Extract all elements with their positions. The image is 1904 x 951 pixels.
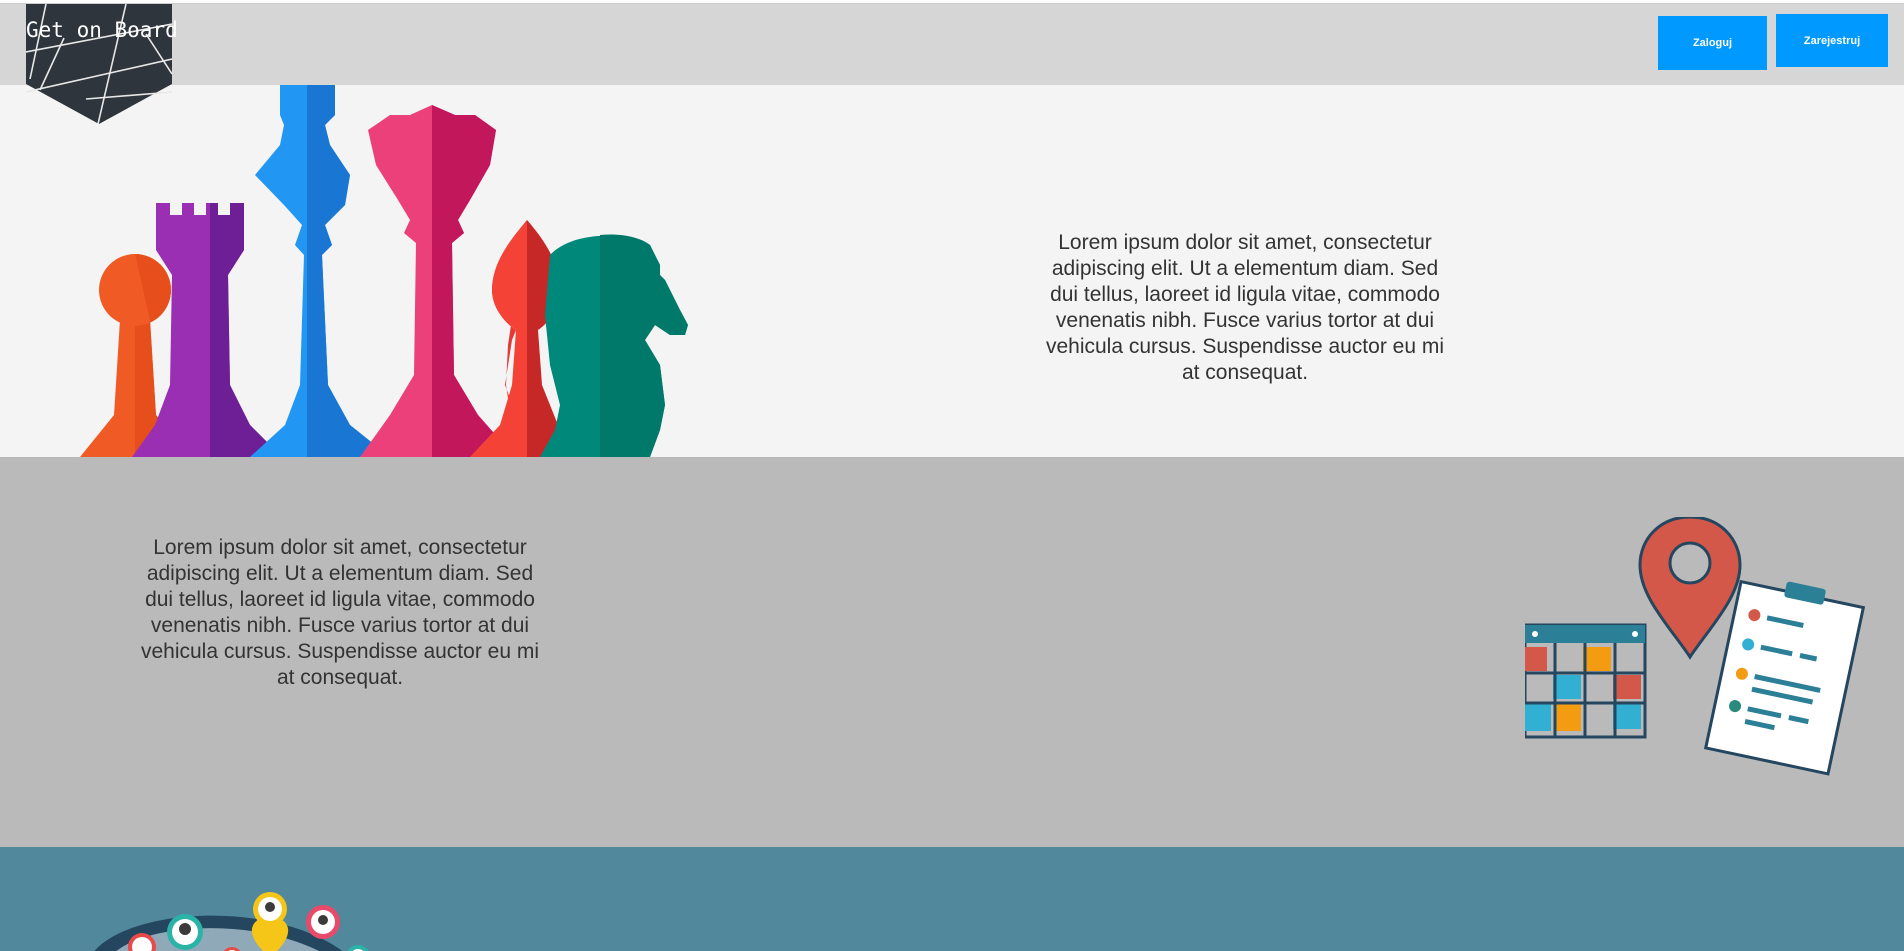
person-pin-icon <box>306 905 340 939</box>
person-pin-icon <box>347 945 369 951</box>
community-section <box>0 847 1904 951</box>
logo-text: Get on Board <box>26 18 178 42</box>
map-pin-icon <box>1638 517 1742 660</box>
person-pin-icon <box>167 914 203 950</box>
calendar-icon <box>1525 623 1647 739</box>
planner-illustration <box>1525 517 1865 776</box>
register-button[interactable]: Zarejestruj <box>1776 14 1888 67</box>
features-section: Lorem ipsum dolor sit amet, consectetur … <box>0 457 1904 847</box>
hero-section: Lorem ipsum dolor sit amet, consectetur … <box>0 85 1904 457</box>
login-button[interactable]: Zaloguj <box>1658 16 1767 70</box>
site-header: Zaloguj Zarejestruj <box>0 4 1904 85</box>
knight-icon <box>540 234 688 457</box>
features-description: Lorem ipsum dolor sit amet, consectetur … <box>140 536 540 689</box>
person-pin-icon <box>251 892 289 951</box>
king-icon <box>250 85 390 457</box>
queen-icon <box>360 105 515 457</box>
globe-people-illustration <box>94 892 369 951</box>
hero-description: Lorem ipsum dolor sit amet, consectetur … <box>1045 231 1445 384</box>
chess-pieces-illustration <box>80 85 688 457</box>
